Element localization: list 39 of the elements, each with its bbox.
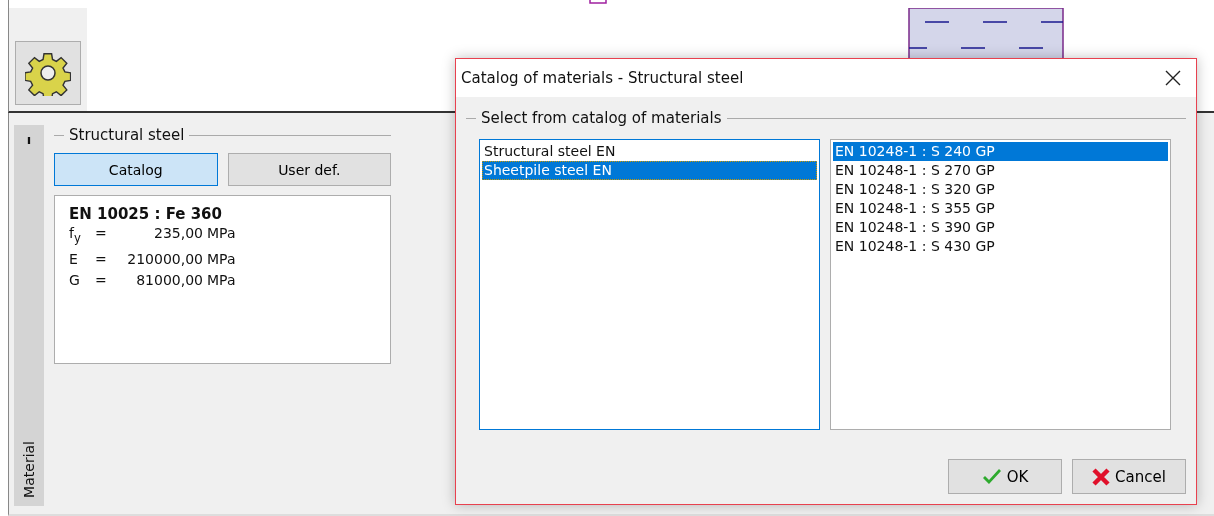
property-symbol: f$_{y}$ (69, 224, 82, 247)
cross-icon (1092, 467, 1111, 486)
tab-label: Material (21, 441, 37, 498)
catalog-item[interactable]: Structural steel EN (482, 142, 817, 161)
equals-sign: = (95, 224, 108, 243)
property-value: 235,00 (153, 224, 203, 243)
checkmark-icon (981, 468, 1002, 485)
cancel-button[interactable]: Cancel (1072, 459, 1186, 494)
property-unit: MPa (207, 249, 237, 269)
dialog-title: Catalog of materials - Structural steel (461, 69, 744, 87)
catalog-button[interactable]: Catalog (54, 153, 218, 186)
material-item[interactable]: EN 10248-1 : S 320 GP (833, 180, 1168, 199)
material-item[interactable]: EN 10248-1 : S 240 GP (833, 142, 1168, 161)
property-unit: MPa (207, 224, 237, 243)
group-title: Select from catalog of materials (481, 109, 722, 127)
material-item[interactable]: EN 10248-1 : S 355 GP (833, 199, 1168, 218)
catalog-item[interactable]: Sheetpile steel EN (482, 161, 817, 180)
material-list[interactable]: EN 10248-1 : S 240 GP EN 10248-1 : S 270 GP EN 10248-1 : S 320 GP EN 10248-1 : S 355 GP EN 10248-1 : S 390 GP EN 10248-1 : S 430 GP (830, 139, 1171, 430)
property-value: 210000,00 (126, 249, 203, 269)
group-title: Structural steel (69, 126, 185, 144)
ok-button[interactable]: OK (948, 459, 1062, 494)
material-item[interactable]: EN 10248-1 : S 430 GP (833, 237, 1168, 256)
user-defined-button[interactable]: User def. (227, 153, 391, 186)
catalog-list[interactable]: Structural steel EN Sheetpile steel EN (479, 139, 820, 430)
property-symbol: G (69, 270, 81, 290)
settings-icon (25, 50, 71, 96)
property-unit: MPa (207, 270, 237, 290)
property-symbol: E (69, 249, 79, 269)
material-item[interactable]: EN 10248-1 : S 270 GP (833, 161, 1168, 180)
marker-drawing (589, 0, 607, 4)
settings-button[interactable] (15, 41, 81, 105)
equals-sign: = (95, 249, 108, 269)
material-tab[interactable]: ı Material (14, 125, 44, 506)
tab-marker: ı (26, 133, 32, 146)
close-icon (1165, 70, 1181, 86)
property-value: 81000,00 (135, 270, 203, 290)
material-name: EN 10025 : Fe 360 (69, 205, 223, 223)
material-item[interactable]: EN 10248-1 : S 390 GP (833, 218, 1168, 237)
equals-sign: = (95, 270, 108, 290)
